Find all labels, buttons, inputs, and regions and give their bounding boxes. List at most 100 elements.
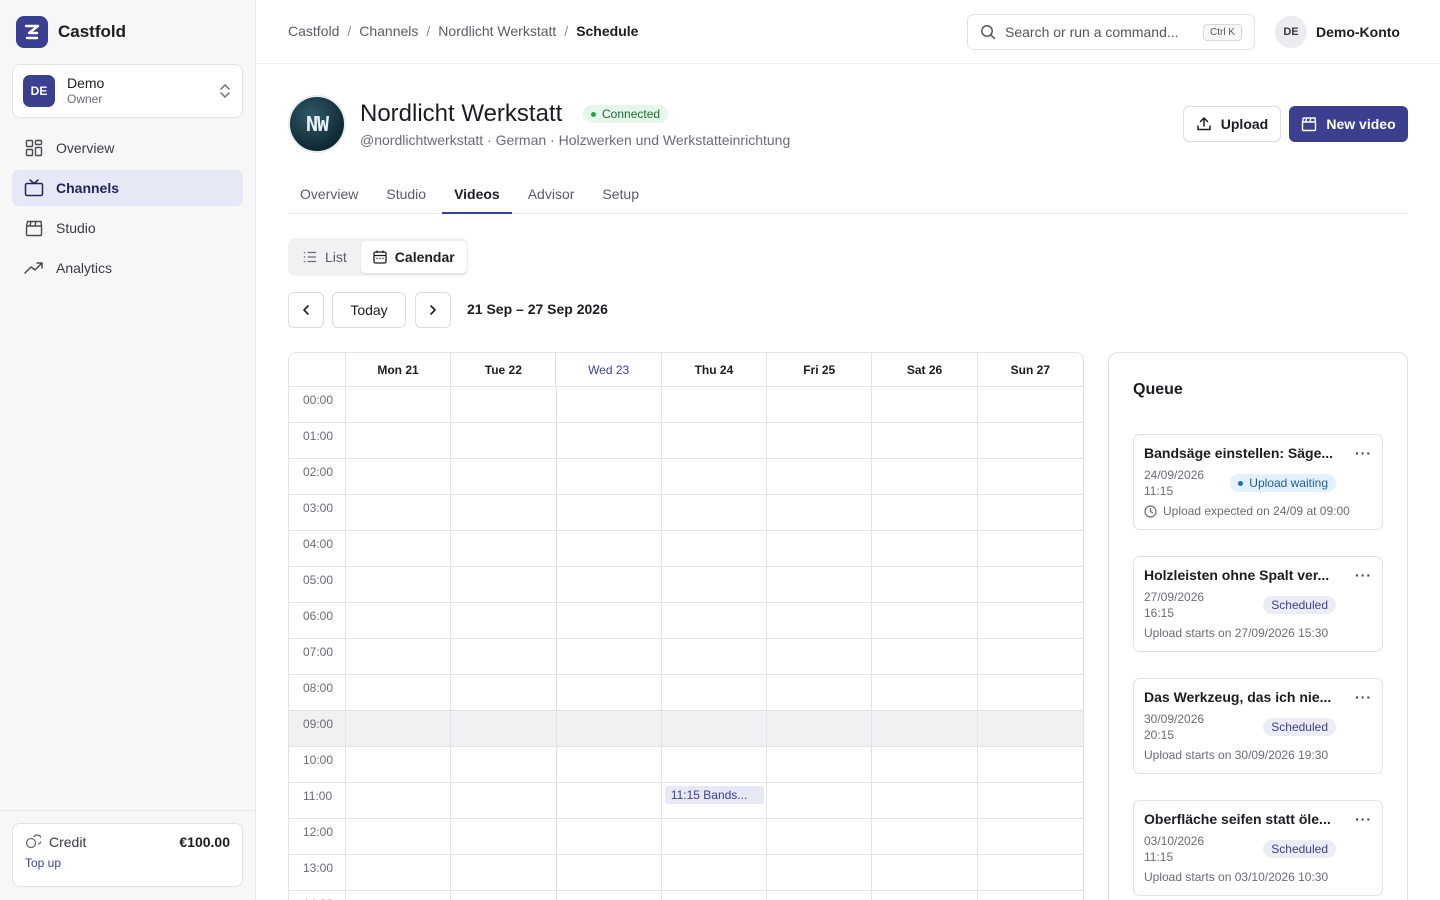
calendar-slot[interactable] [978, 783, 1083, 818]
calendar-slot[interactable] [662, 711, 768, 746]
calendar-slot[interactable] [451, 747, 557, 782]
calendar-slot[interactable] [451, 459, 557, 494]
calendar-slot[interactable] [872, 675, 978, 710]
queue-item[interactable]: Oberfläche seifen statt öle... ··· 03/10… [1133, 800, 1383, 896]
calendar-slot[interactable] [346, 567, 452, 602]
calendar-slot[interactable] [662, 819, 768, 854]
calendar-slot[interactable] [978, 819, 1083, 854]
calendar-slot[interactable] [451, 531, 557, 566]
calendar-slot[interactable] [662, 495, 768, 530]
calendar-slot[interactable] [872, 639, 978, 674]
calendar-slot[interactable] [872, 747, 978, 782]
calendar-slot[interactable] [451, 639, 557, 674]
calendar-slot[interactable] [767, 819, 873, 854]
sidebar-item-analytics[interactable]: Analytics [12, 250, 243, 286]
calendar-slot[interactable] [557, 567, 662, 602]
breadcrumb-channels[interactable]: Channels [359, 23, 418, 39]
calendar-slot[interactable] [346, 531, 452, 566]
calendar-event[interactable]: 11:15 Bands... [664, 786, 764, 804]
queue-item[interactable]: Das Werkzeug, das ich nie... ··· 30/09/2… [1133, 678, 1383, 774]
calendar-slot[interactable] [767, 855, 873, 890]
upload-button[interactable]: Upload [1183, 106, 1281, 142]
calendar-slot[interactable] [872, 783, 978, 818]
calendar-slot[interactable] [767, 459, 873, 494]
calendar-slot[interactable] [767, 423, 873, 458]
calendar-slot[interactable] [557, 891, 662, 900]
calendar-slot[interactable] [872, 531, 978, 566]
calendar-slot[interactable] [557, 819, 662, 854]
calendar-slot[interactable] [346, 747, 452, 782]
calendar-slot[interactable] [767, 531, 873, 566]
calendar-slot[interactable] [872, 495, 978, 530]
calendar-slot[interactable] [978, 423, 1083, 458]
sidebar-item-overview[interactable]: Overview [12, 130, 243, 166]
topup-link[interactable]: Top up [25, 856, 230, 870]
calendar-slot[interactable] [451, 603, 557, 638]
calendar-slot[interactable] [978, 459, 1083, 494]
calendar-slot[interactable] [662, 675, 768, 710]
calendar-view-button[interactable]: Calendar [360, 241, 467, 273]
calendar-slot[interactable] [557, 711, 662, 746]
calendar-slot[interactable] [767, 639, 873, 674]
calendar-slot[interactable] [557, 783, 662, 818]
previous-week-button[interactable] [288, 292, 324, 328]
calendar-slot[interactable] [767, 675, 873, 710]
calendar-slot[interactable] [872, 711, 978, 746]
calendar-slot[interactable] [557, 423, 662, 458]
queue-item[interactable]: Bandsäge einstellen: Säge... ··· 24/09/2… [1133, 434, 1383, 530]
calendar-slot[interactable] [978, 495, 1083, 530]
calendar-slot[interactable] [346, 783, 452, 818]
calendar-slot[interactable] [346, 891, 452, 900]
tab-videos[interactable]: Videos [442, 174, 512, 214]
calendar-slot[interactable] [872, 459, 978, 494]
calendar-slot[interactable] [451, 495, 557, 530]
calendar-slot[interactable] [662, 423, 768, 458]
calendar-slot[interactable] [767, 495, 873, 530]
calendar-slot[interactable] [978, 639, 1083, 674]
calendar-slot[interactable] [557, 639, 662, 674]
calendar-slot[interactable] [662, 531, 768, 566]
calendar-slot[interactable] [872, 819, 978, 854]
queue-item[interactable]: Holzleisten ohne Spalt ver... ··· 27/09/… [1133, 556, 1383, 652]
more-icon[interactable]: ··· [1355, 445, 1372, 461]
calendar-slot[interactable] [662, 387, 768, 422]
calendar-slot[interactable] [978, 891, 1083, 900]
calendar-slot[interactable] [872, 891, 978, 900]
tab-advisor[interactable]: Advisor [516, 174, 587, 214]
calendar-slot[interactable] [872, 567, 978, 602]
next-week-button[interactable] [415, 292, 451, 328]
tab-overview[interactable]: Overview [288, 174, 370, 214]
more-icon[interactable]: ··· [1355, 689, 1372, 705]
calendar-slot[interactable] [346, 819, 452, 854]
breadcrumb-castfold[interactable]: Castfold [288, 23, 339, 39]
command-search[interactable]: Search or run a command... Ctrl K [967, 14, 1255, 50]
sidebar-item-studio[interactable]: Studio [12, 210, 243, 246]
calendar-slot[interactable] [557, 675, 662, 710]
calendar-slot[interactable] [451, 675, 557, 710]
calendar-slot[interactable] [346, 675, 452, 710]
calendar-slot[interactable] [451, 891, 557, 900]
workspace-switcher[interactable]: DE Demo Owner [12, 64, 243, 118]
sidebar-item-channels[interactable]: Channels [12, 170, 243, 206]
calendar-slot[interactable] [346, 387, 452, 422]
calendar-slot[interactable] [978, 531, 1083, 566]
more-icon[interactable]: ··· [1355, 567, 1372, 583]
calendar-slot[interactable] [451, 711, 557, 746]
calendar-slot[interactable] [557, 459, 662, 494]
calendar-slot[interactable] [662, 855, 768, 890]
calendar-slot[interactable] [451, 819, 557, 854]
today-button[interactable]: Today [332, 292, 406, 328]
calendar-slot[interactable] [557, 855, 662, 890]
user-menu[interactable]: DE Demo-Konto [1275, 16, 1400, 48]
calendar-slot[interactable] [767, 603, 873, 638]
calendar-slot[interactable] [662, 459, 768, 494]
calendar-slot[interactable] [872, 855, 978, 890]
calendar-slot[interactable] [346, 459, 452, 494]
breadcrumb-channel[interactable]: Nordlicht Werkstatt [438, 23, 556, 39]
calendar-slot[interactable] [346, 603, 452, 638]
calendar-slot[interactable] [767, 567, 873, 602]
tab-studio[interactable]: Studio [374, 174, 438, 214]
calendar-slot[interactable] [346, 639, 452, 674]
calendar-slot[interactable] [662, 639, 768, 674]
calendar-slot[interactable] [557, 747, 662, 782]
